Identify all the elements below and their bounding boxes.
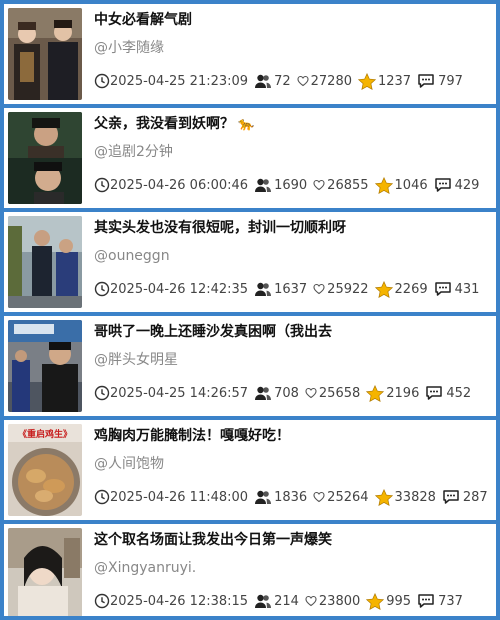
star-icon bbox=[374, 280, 393, 298]
clock-icon bbox=[94, 177, 110, 193]
video-meta: 2025-04-25 14:26:57 708 25658 2196 452 bbox=[94, 382, 471, 404]
author-name[interactable]: @胖头女明星 bbox=[94, 350, 178, 370]
view-count: 72 bbox=[274, 73, 291, 89]
heart-icon bbox=[305, 387, 317, 399]
video-card[interactable]: 中女必看解气剧 @小李随缘 2025-04-25 21:23:09 72 272… bbox=[4, 4, 496, 104]
view-count: 1690 bbox=[274, 177, 308, 193]
star-icon bbox=[366, 384, 385, 402]
star-icon bbox=[366, 592, 385, 610]
video-meta: 2025-04-26 12:42:35 1637 25922 2269 431 bbox=[94, 278, 479, 300]
video-thumbnail[interactable] bbox=[8, 112, 82, 204]
video-meta: 2025-04-26 06:00:46 1690 26855 1046 429 bbox=[94, 174, 479, 196]
publish-time: 2025-04-25 14:26:57 bbox=[110, 385, 249, 401]
heart-icon bbox=[297, 75, 309, 87]
video-title[interactable]: 鸡胸肉万能腌制法！嘎嘎好吃！ bbox=[94, 426, 488, 446]
comment-icon bbox=[418, 594, 434, 608]
video-card[interactable]: 其实头发也没有很短呢，封训一切顺利呀 @ouneggn 2025-04-26 1… bbox=[4, 212, 496, 312]
favorite-count: 2269 bbox=[394, 281, 428, 297]
publish-time: 2025-04-26 12:38:15 bbox=[110, 593, 249, 609]
comment-icon bbox=[443, 490, 459, 504]
video-card[interactable]: 哥哄了一晚上还睡沙发真困啊（我出去 @胖头女明星 2025-04-25 14:2… bbox=[4, 316, 496, 416]
favorite-count: 995 bbox=[386, 593, 412, 609]
author-name[interactable]: @人间饱物 bbox=[94, 454, 164, 474]
clock-icon bbox=[94, 281, 110, 297]
publish-time: 2025-04-25 21:23:09 bbox=[110, 73, 249, 89]
video-meta: 2025-04-25 21:23:09 72 27280 1237 797 bbox=[94, 70, 463, 92]
comment-icon bbox=[434, 178, 451, 192]
video-title[interactable]: 中女必看解气剧 bbox=[94, 10, 488, 30]
author-name[interactable]: @ouneggn bbox=[94, 246, 170, 266]
like-count: 25658 bbox=[318, 385, 361, 401]
thumbnail-caption: 《重启鸡生》 bbox=[18, 428, 72, 440]
author-name[interactable]: @小李随缘 bbox=[94, 38, 164, 58]
video-card[interactable]: 这个取名场面让我发出今日第一声爆笑 @Xingyanruyi. 2025-04-… bbox=[4, 524, 496, 616]
comment-count: 452 bbox=[446, 385, 472, 401]
people-icon bbox=[255, 74, 272, 88]
feed-frame: 中女必看解气剧 @小李随缘 2025-04-25 21:23:09 72 272… bbox=[0, 0, 500, 620]
comment-count: 287 bbox=[462, 489, 488, 505]
comment-icon bbox=[418, 74, 434, 88]
star-icon bbox=[374, 176, 393, 194]
video-card[interactable]: 父亲，我没看到妖啊？ 🐆 @追剧2分钟 2025-04-26 06:00:46 1… bbox=[4, 108, 496, 208]
view-count: 708 bbox=[274, 385, 299, 401]
comment-count: 429 bbox=[454, 177, 480, 193]
favorite-count: 2196 bbox=[386, 385, 420, 401]
video-meta: 2025-04-26 11:48:00 1836 25264 33828 287 bbox=[94, 486, 488, 508]
video-meta: 2025-04-26 12:38:15 214 23800 995 737 bbox=[94, 590, 463, 612]
video-thumbnail[interactable] bbox=[8, 8, 82, 100]
clock-icon bbox=[94, 489, 110, 505]
video-thumbnail[interactable] bbox=[8, 216, 82, 308]
favorite-count: 1046 bbox=[394, 177, 428, 193]
video-title[interactable]: 这个取名场面让我发出今日第一声爆笑 bbox=[94, 530, 488, 550]
comment-count: 797 bbox=[438, 73, 463, 89]
favorite-count: 33828 bbox=[394, 489, 436, 505]
video-title[interactable]: 其实头发也没有很短呢，封训一切顺利呀 bbox=[94, 218, 488, 238]
clock-icon bbox=[94, 385, 110, 401]
publish-time: 2025-04-26 12:42:35 bbox=[110, 281, 249, 297]
heart-icon bbox=[305, 595, 317, 607]
heart-icon bbox=[313, 179, 325, 191]
people-icon bbox=[255, 178, 272, 192]
comment-count: 737 bbox=[438, 593, 463, 609]
people-icon bbox=[255, 490, 272, 504]
like-count: 25264 bbox=[327, 489, 369, 505]
clock-icon bbox=[94, 73, 110, 89]
people-icon bbox=[255, 386, 272, 400]
like-count: 27280 bbox=[310, 73, 352, 89]
star-icon bbox=[357, 72, 376, 90]
view-count: 214 bbox=[274, 593, 299, 609]
publish-time: 2025-04-26 11:48:00 bbox=[110, 489, 249, 505]
view-count: 1637 bbox=[274, 281, 308, 297]
comment-icon bbox=[434, 282, 451, 296]
video-title[interactable]: 哥哄了一晚上还睡沙发真困啊（我出去 bbox=[94, 322, 488, 342]
clock-icon bbox=[94, 593, 110, 609]
comment-icon bbox=[426, 386, 443, 400]
heart-icon bbox=[313, 283, 325, 295]
view-count: 1836 bbox=[274, 489, 308, 505]
favorite-count: 1237 bbox=[377, 73, 412, 89]
heart-icon bbox=[313, 491, 325, 503]
author-name[interactable]: @Xingyanruyi. bbox=[94, 558, 196, 578]
people-icon bbox=[255, 594, 272, 608]
like-count: 25922 bbox=[327, 281, 369, 297]
star-icon bbox=[374, 488, 393, 506]
author-name[interactable]: @追剧2分钟 bbox=[94, 142, 173, 162]
leopard-icon: 🐆 bbox=[238, 117, 255, 132]
video-thumbnail[interactable] bbox=[8, 528, 82, 616]
comment-count: 431 bbox=[454, 281, 480, 297]
publish-time: 2025-04-26 06:00:46 bbox=[110, 177, 249, 193]
video-title[interactable]: 父亲，我没看到妖啊？ 🐆 bbox=[94, 114, 488, 135]
people-icon bbox=[255, 282, 272, 296]
like-count: 26855 bbox=[327, 177, 369, 193]
video-thumbnail[interactable] bbox=[8, 320, 82, 412]
video-card[interactable]: 《重启鸡生》 鸡胸肉万能腌制法！嘎嘎好吃！ @人间饱物 2025-04-26 1… bbox=[4, 420, 496, 520]
like-count: 23800 bbox=[318, 593, 361, 609]
video-thumbnail[interactable]: 《重启鸡生》 bbox=[8, 424, 82, 516]
